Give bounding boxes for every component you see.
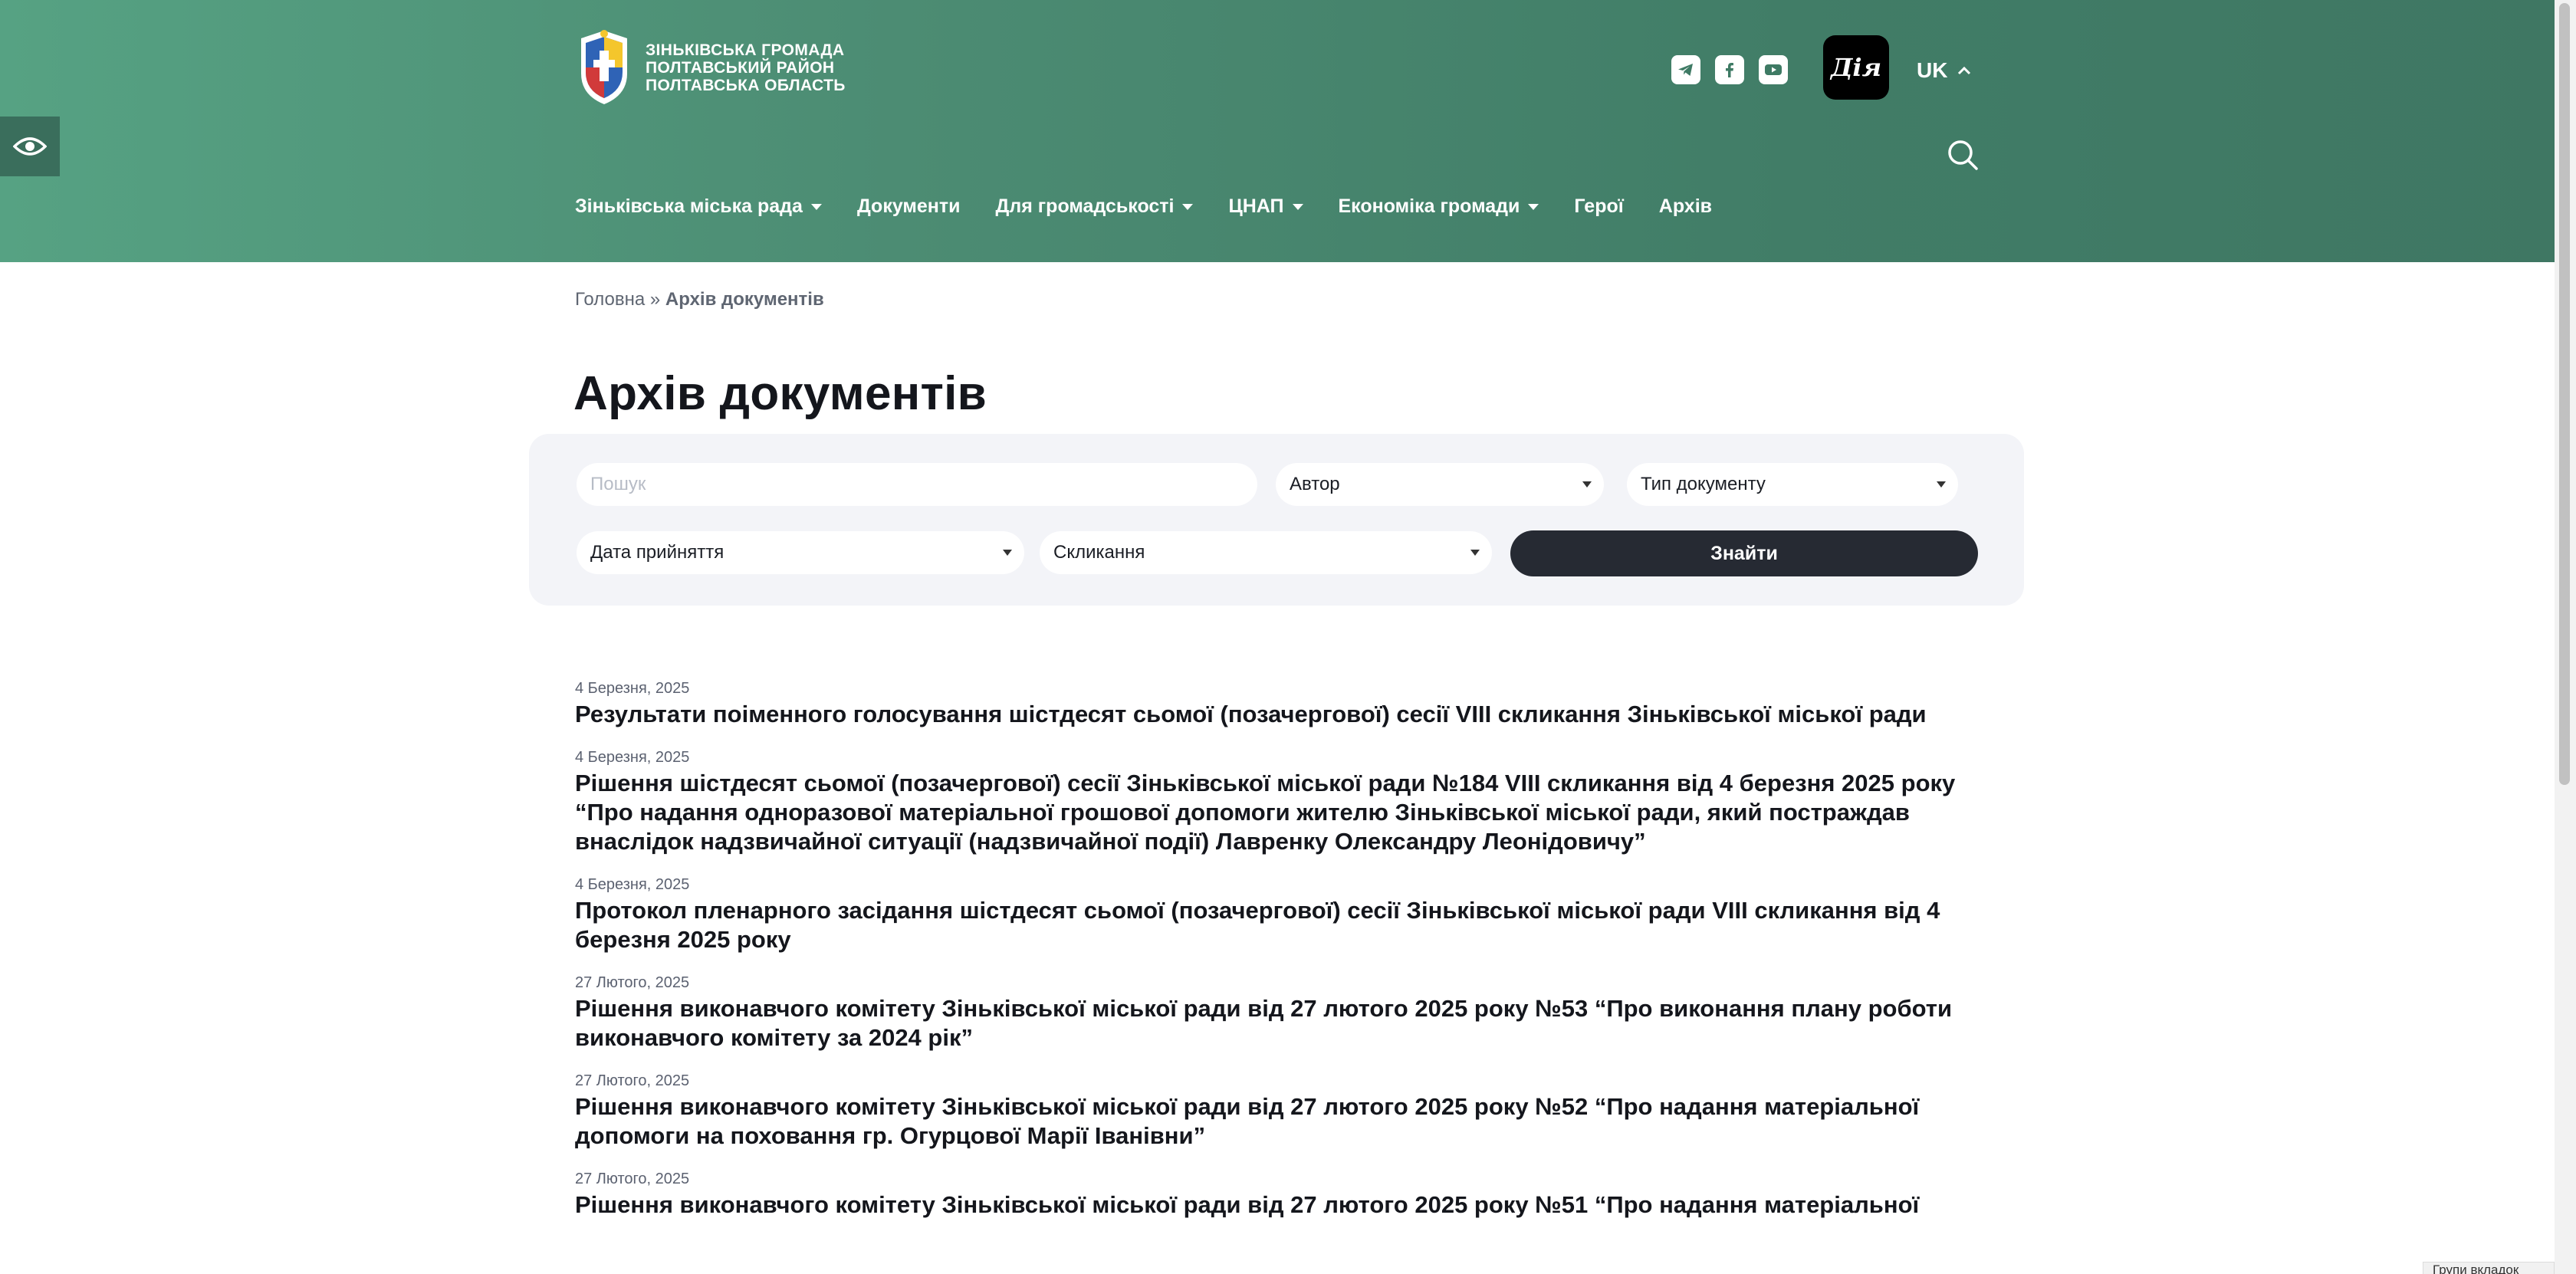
- dropdown-arrow-icon: [1003, 550, 1012, 556]
- document-link[interactable]: Рішення виконавчого комітету Зіньківсько…: [575, 994, 1978, 1052]
- youtube-icon: [1765, 64, 1782, 75]
- dropdown-arrow-icon: [1582, 481, 1592, 488]
- caret-down-icon: [810, 203, 822, 210]
- nav-item-documents[interactable]: Документи: [857, 195, 961, 218]
- site-logo[interactable]: ЗІНЬКІВСЬКА ГРОМАДА ПОЛТАВСЬКИЙ РАЙОН ПО…: [573, 28, 846, 107]
- list-item: 4 Березня, 2025 Результати поіменного го…: [575, 678, 1978, 729]
- nav-item-archive[interactable]: Архів: [1659, 195, 1712, 218]
- search-icon[interactable]: [1946, 138, 1980, 172]
- site-header: ЗІНЬКІВСЬКА ГРОМАДА ПОЛТАВСЬКИЙ РАЙОН ПО…: [0, 0, 2555, 262]
- filter-panel: [529, 434, 2024, 606]
- facebook-link[interactable]: [1715, 55, 1744, 84]
- main-nav: Зіньківська міська рада Документи Для гр…: [575, 195, 1747, 218]
- breadcrumb-separator: »: [649, 289, 661, 310]
- find-button[interactable]: Знайти: [1510, 530, 1978, 576]
- list-item: 27 Лютого, 2025 Рішення виконавчого комі…: [575, 973, 1978, 1052]
- list-item: 27 Лютого, 2025 Рішення виконавчого комі…: [575, 1071, 1978, 1151]
- dropdown-arrow-icon: [1470, 550, 1480, 556]
- nav-item-city-council[interactable]: Зіньківська міська рада: [575, 195, 822, 218]
- telegram-icon: [1678, 64, 1693, 76]
- eye-icon: [13, 137, 47, 156]
- language-selector[interactable]: UK: [1917, 55, 1972, 86]
- caret-down-icon: [1182, 203, 1194, 210]
- caret-down-icon: [1528, 203, 1539, 210]
- facebook-icon: [1726, 63, 1733, 77]
- caret-down-icon: [1292, 203, 1303, 210]
- logo-line: ПОЛТАВСЬКА ОБЛАСТЬ: [646, 76, 846, 94]
- list-item: 27 Лютого, 2025 Рішення виконавчого комі…: [575, 1169, 1978, 1220]
- document-date: 4 Березня, 2025: [575, 876, 690, 893]
- dropdown-arrow-icon: [1937, 481, 1946, 488]
- nav-item-heroes[interactable]: Герої: [1574, 195, 1623, 218]
- document-link[interactable]: Рішення виконавчого комітету Зіньківсько…: [575, 1092, 1978, 1151]
- doc-type-select[interactable]: Тип документу: [1627, 463, 1958, 506]
- accessibility-toggle[interactable]: [0, 117, 60, 176]
- logo-line: ЗІНЬКІВСЬКА ГРОМАДА: [646, 41, 845, 59]
- document-link[interactable]: Результати поіменного голосування шістде…: [575, 700, 1978, 729]
- doc-type-select-value: Тип документу: [1641, 474, 1766, 494]
- logo-title: ЗІНЬКІВСЬКА ГРОМАДА ПОЛТАВСЬКИЙ РАЙОН ПО…: [646, 41, 846, 94]
- breadcrumb-current: Архів документів: [665, 289, 824, 310]
- breadcrumb: Головна » Архів документів: [575, 289, 824, 310]
- logo-line: ПОЛТАВСЬКИЙ РАЙОН: [646, 58, 835, 77]
- date-select-value: Дата прийняття: [590, 542, 724, 563]
- date-select[interactable]: Дата прийняття: [577, 531, 1024, 574]
- document-date: 4 Березня, 2025: [575, 749, 690, 766]
- scrollbar-thumb[interactable]: [2559, 3, 2570, 785]
- tab-groups-label[interactable]: Групи вкладок: [2423, 1262, 2555, 1274]
- list-item: 4 Березня, 2025 Рішення шістдесят сьомої…: [575, 747, 1978, 856]
- nav-item-public[interactable]: Для громадськості: [996, 195, 1194, 218]
- author-select-value: Автор: [1290, 474, 1340, 494]
- convocation-select-value: Скликання: [1053, 542, 1145, 563]
- breadcrumb-home[interactable]: Головна: [575, 289, 645, 310]
- document-date: 27 Лютого, 2025: [575, 1171, 690, 1187]
- language-label: UK: [1917, 58, 1948, 82]
- document-date: 4 Березня, 2025: [575, 680, 690, 697]
- document-link[interactable]: Рішення шістдесят сьомої (позачергової) …: [575, 769, 1978, 856]
- crest-icon: [581, 30, 627, 104]
- search-input[interactable]: [577, 463, 1257, 506]
- telegram-link[interactable]: [1671, 55, 1700, 84]
- document-link[interactable]: Протокол пленарного засідання шістдесят …: [575, 896, 1978, 954]
- chevron-up-icon: [1958, 66, 1971, 75]
- diia-button[interactable]: Дія: [1823, 35, 1889, 100]
- document-date: 27 Лютого, 2025: [575, 1072, 690, 1089]
- nav-item-cnap[interactable]: ЦНАП: [1228, 195, 1303, 218]
- youtube-link[interactable]: [1759, 55, 1788, 84]
- document-date: 27 Лютого, 2025: [575, 974, 690, 991]
- document-list: 4 Березня, 2025 Результати поіменного го…: [575, 678, 1978, 1238]
- social-links: [1671, 55, 1788, 84]
- document-link[interactable]: Рішення виконавчого комітету Зіньківсько…: [575, 1190, 1978, 1220]
- page-title: Архів документів: [573, 367, 987, 420]
- nav-item-economy[interactable]: Економіка громади: [1339, 195, 1539, 218]
- author-select[interactable]: Автор: [1276, 463, 1604, 506]
- convocation-select[interactable]: Скликання: [1040, 531, 1492, 574]
- list-item: 4 Березня, 2025 Протокол пленарного засі…: [575, 875, 1978, 954]
